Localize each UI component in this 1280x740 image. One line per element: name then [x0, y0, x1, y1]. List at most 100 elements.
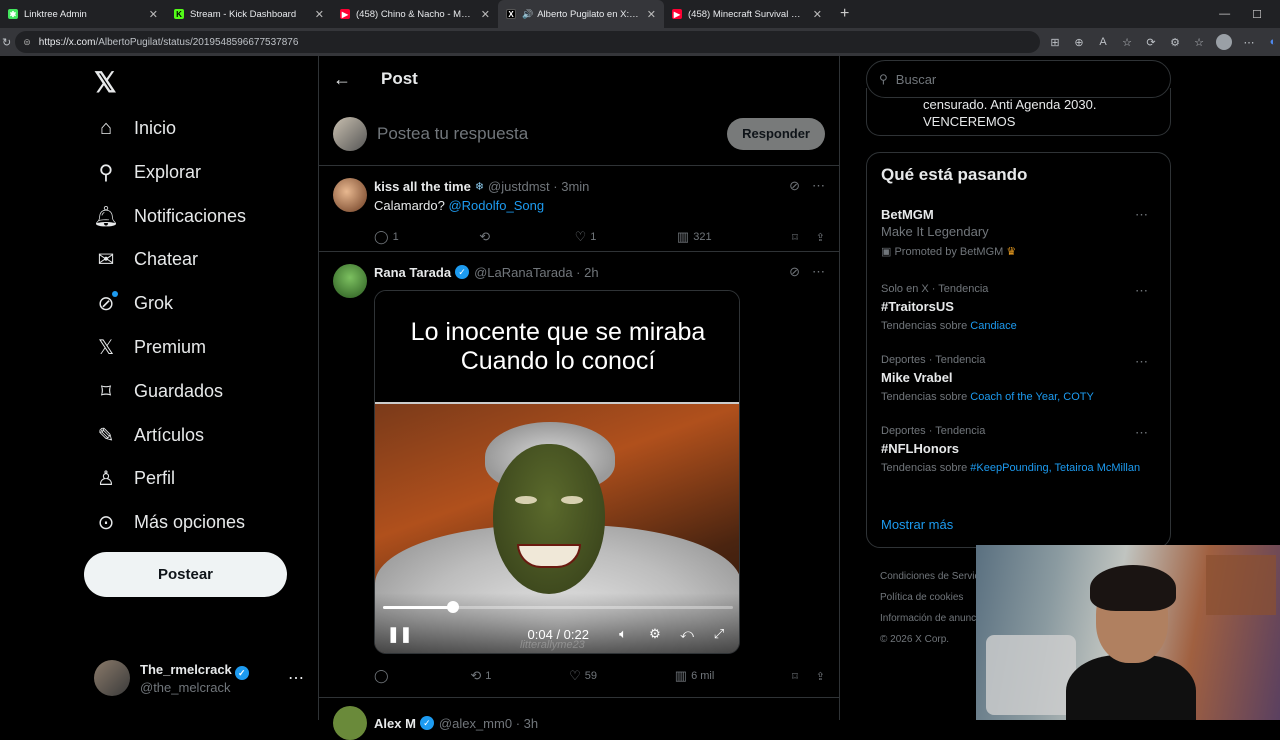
- close-tab-icon[interactable]: ✕: [149, 8, 158, 21]
- retweet-button[interactable]: ⟲ 1: [470, 668, 491, 684]
- trend-links[interactable]: Coach of the Year, COTY: [970, 391, 1094, 403]
- retweet-icon: ⟲: [470, 668, 482, 683]
- fullscreen-icon[interactable]: ⤢: [709, 626, 729, 642]
- nav-item-perfil[interactable]: ♙ Perfil: [94, 460, 175, 496]
- left-sidebar: 𝕏 ⌂ Inicio ⚲ Explorar 🔔︎ Notificaciones …: [84, 56, 318, 720]
- more-icon[interactable]: ⋯: [288, 668, 304, 688]
- browser-tab-linktree[interactable]: ✱ Linktree Admin ✕: [0, 0, 166, 28]
- reply-button[interactable]: ◯ 1: [374, 229, 399, 245]
- close-tab-icon[interactable]: ✕: [315, 8, 324, 21]
- search-input[interactable]: ⚲ Buscar: [866, 60, 1171, 98]
- more-icon[interactable]: ⋯: [812, 178, 825, 194]
- video-player[interactable]: Lo inocente que se miraba Cuando lo cono…: [374, 290, 740, 654]
- postear-button[interactable]: Postear: [84, 552, 287, 597]
- nav-item-chatear[interactable]: ✉ Chatear: [94, 241, 198, 277]
- more-icon[interactable]: ⋯: [1135, 283, 1148, 299]
- x-logo-icon[interactable]: 𝕏: [94, 66, 117, 99]
- more-icon[interactable]: ⋯: [812, 264, 825, 280]
- app-icon[interactable]: ⊞: [1048, 36, 1062, 49]
- copilot-icon[interactable]: ◐: [1266, 36, 1280, 48]
- nav-item-notificaciones[interactable]: 🔔︎ Notificaciones: [93, 198, 246, 234]
- footer-link[interactable]: Política de cookies: [880, 587, 989, 608]
- tweet-author-name[interactable]: kiss all the time: [374, 179, 471, 194]
- grok-icon[interactable]: ⊘: [789, 178, 800, 194]
- more-icon[interactable]: ⋯: [1135, 425, 1148, 441]
- reply-button[interactable]: ◯: [374, 668, 393, 684]
- trend-item[interactable]: Solo en X · Tendencia #TraitorsUS Tenden…: [881, 283, 1156, 333]
- address-bar[interactable]: ⊜ https://x.com/AlbertoPugilat/status/20…: [15, 31, 1040, 53]
- trend-item[interactable]: Deportes · Tendencia #NFLHonors Tendenci…: [881, 425, 1156, 475]
- meme-caption-line-1: Lo inocente que se miraba: [410, 317, 706, 346]
- share-icon[interactable]: ⇪: [816, 231, 825, 244]
- close-tab-icon[interactable]: ✕: [813, 8, 822, 21]
- avatar[interactable]: [333, 264, 367, 298]
- volume-icon[interactable]: 🔈︎: [613, 626, 633, 642]
- nav-item-explorar[interactable]: ⚲ Explorar: [94, 154, 201, 190]
- bookmark-icon[interactable]: ⌑: [792, 670, 798, 683]
- reply-input[interactable]: Postea tu respuesta: [377, 124, 727, 144]
- bookmark-icon[interactable]: ⌑: [792, 231, 798, 244]
- tweet-author-name[interactable]: Rana Tarada: [374, 265, 451, 280]
- tweet-time[interactable]: 2h: [584, 265, 598, 280]
- new-tab-icon[interactable]: +: [830, 5, 859, 23]
- settings-gear-icon[interactable]: ⚙: [645, 626, 665, 642]
- trend-links[interactable]: Candiace: [970, 320, 1016, 332]
- minimize-icon[interactable]: —: [1219, 8, 1230, 20]
- extensions-icon[interactable]: ⚙: [1168, 36, 1182, 49]
- like-button[interactable]: ♡ 59: [569, 668, 597, 684]
- trend-item[interactable]: Deportes · Tendencia Mike Vrabel Tendenc…: [881, 354, 1156, 404]
- show-more-link[interactable]: Mostrar más: [881, 517, 953, 532]
- maximize-icon[interactable]: ☐: [1252, 8, 1262, 21]
- next-tweet-peek[interactable]: Alex M ✓ @alex_mm0 · 3h: [333, 706, 538, 740]
- browser-tab-youtube-2[interactable]: ▶ (458) Minecraft Survival Episode 1 ✕: [664, 0, 830, 28]
- trend-links[interactable]: #KeepPounding, Tetairoa McMillan: [970, 462, 1140, 474]
- browser-tab-kick[interactable]: K Stream - Kick Dashboard ✕: [166, 0, 332, 28]
- back-arrow-icon[interactable]: ←: [333, 69, 351, 90]
- share-icon[interactable]: ⇪: [816, 670, 825, 683]
- nav-item-guardados[interactable]: ⌑ Guardados: [94, 373, 223, 409]
- nav-item-premium[interactable]: 𝕏 Premium: [94, 329, 206, 365]
- video-scrubber[interactable]: [447, 601, 459, 613]
- more-icon[interactable]: ⋯: [1135, 207, 1148, 223]
- speaker-icon[interactable]: 🔊: [522, 9, 533, 20]
- views-button[interactable]: ▥ 321: [677, 229, 712, 245]
- avatar[interactable]: [333, 178, 367, 212]
- grok-icon[interactable]: ⊘: [789, 264, 800, 280]
- views-button[interactable]: ▥ 6 mil: [675, 668, 715, 684]
- tweet-card[interactable]: ⊘ ⋯ Rana Tarada ✓ @LaRanaTarada · 2h Lo …: [319, 252, 839, 698]
- browser-menu-icon[interactable]: ⋯: [1242, 36, 1256, 49]
- reload-icon[interactable]: ↻: [2, 36, 11, 49]
- nav-label: Chatear: [134, 248, 199, 269]
- tweet-author-handle[interactable]: @justdmst: [488, 179, 550, 194]
- pause-icon[interactable]: ❚❚: [387, 625, 412, 643]
- footer-link[interactable]: Información de anuncios: [880, 608, 989, 629]
- retweet-button[interactable]: ⟲: [479, 229, 494, 245]
- browser-tab-youtube-1[interactable]: ▶ (458) Chino & Nacho - Me Voy Enamorand…: [332, 0, 498, 28]
- responder-button[interactable]: Responder: [727, 117, 825, 150]
- loop-icon[interactable]: ⤺: [677, 626, 697, 642]
- favorites-icon[interactable]: ☆: [1192, 36, 1206, 49]
- zoom-icon[interactable]: ⊕: [1072, 36, 1086, 49]
- close-tab-icon[interactable]: ✕: [647, 8, 656, 21]
- tweet-author-handle[interactable]: @LaRanaTarada: [474, 265, 572, 280]
- nav-item-grok[interactable]: ⊘ Grok: [94, 285, 173, 321]
- trend-item-promoted[interactable]: BetMGM Make It Legendary ▣ Promoted by B…: [881, 207, 1156, 258]
- browser-profile-avatar[interactable]: [1216, 34, 1232, 50]
- mention-link[interactable]: @Rodolfo_Song: [448, 198, 544, 213]
- favorite-star-icon[interactable]: ☆: [1120, 36, 1134, 49]
- footer-link[interactable]: Condiciones de Servicio: [880, 566, 989, 587]
- read-aloud-icon[interactable]: A: [1096, 36, 1110, 48]
- tweet-time[interactable]: 3min: [561, 179, 589, 194]
- nav-item-inicio[interactable]: ⌂ Inicio: [94, 110, 176, 146]
- video-progress-bar[interactable]: [383, 601, 733, 613]
- close-tab-icon[interactable]: ✕: [481, 8, 490, 21]
- site-info-icon[interactable]: ⊜: [23, 37, 31, 48]
- account-switcher[interactable]: The_rmelcrack ✓ @the_melcrack ⋯: [94, 656, 304, 700]
- nav-item-mas-opciones[interactable]: ⊙ Más opciones: [94, 504, 245, 540]
- more-icon[interactable]: ⋯: [1135, 354, 1148, 370]
- nav-item-articulos[interactable]: ✎ Artículos: [94, 417, 204, 453]
- refresh-icon[interactable]: ⟳: [1144, 36, 1158, 49]
- browser-tab-x-active[interactable]: X 🔊 Alberto Pugilato en X: "Escalofriant…: [498, 0, 664, 28]
- like-button[interactable]: ♡ 1: [575, 229, 597, 245]
- tweet-card[interactable]: ⊘ ⋯ kiss all the time ❄ @justdmst · 3min…: [319, 166, 839, 252]
